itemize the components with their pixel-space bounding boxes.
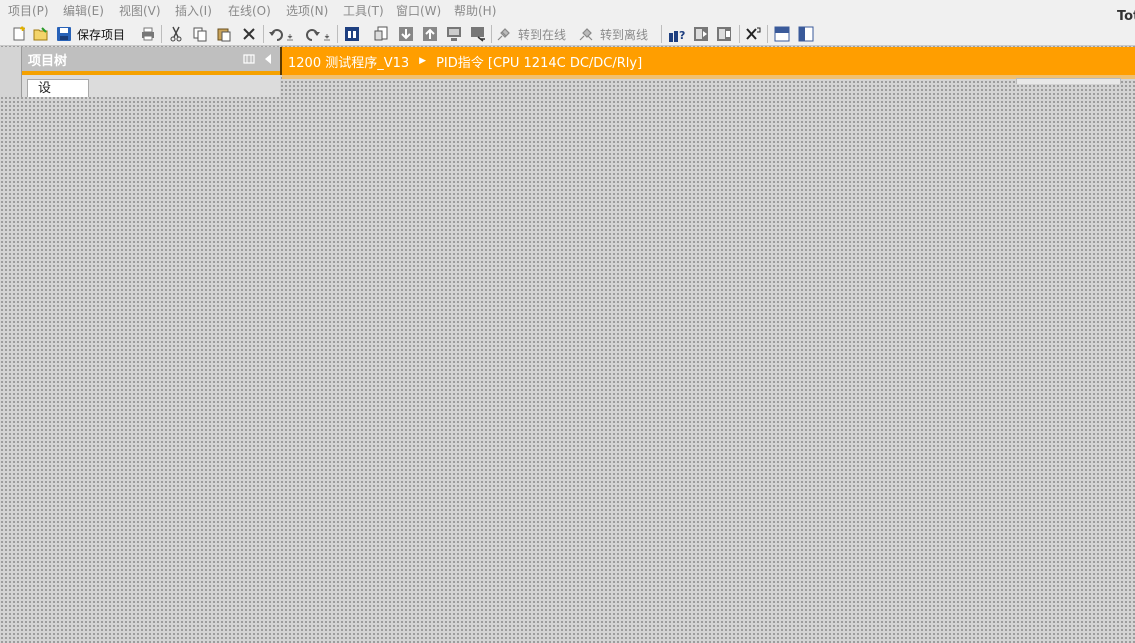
paste-icon[interactable] (215, 25, 233, 43)
toolbar-separator (739, 25, 740, 43)
menu-insert[interactable]: 插入(I) (167, 0, 220, 22)
go-offline-icon (579, 28, 593, 41)
toolbar-separator (661, 25, 662, 43)
toolbar-separator (337, 25, 338, 43)
menu-help[interactable]: 帮助(H) (446, 0, 506, 22)
editor-tab-stub (1016, 78, 1121, 84)
toolbar-separator (161, 25, 162, 43)
panel-layout-icon[interactable] (243, 53, 255, 68)
breadcrumb-underline (282, 75, 1135, 79)
split-horizontal-icon[interactable] (773, 25, 791, 43)
menu-tools[interactable]: 工具(T) (335, 0, 388, 22)
redo-icon[interactable] (302, 25, 332, 43)
download-settings-icon[interactable] (372, 25, 390, 43)
project-tree-header: 项目树 (22, 47, 280, 72)
save-icon[interactable] (55, 25, 72, 43)
breadcrumb-project[interactable]: 1200 测试程序_V13 (288, 52, 409, 71)
breadcrumb-device[interactable]: PID指令 [CPU 1214C DC/DC/Rly] (436, 52, 642, 71)
save-project-button[interactable]: 保存项目 (77, 25, 133, 43)
go-online-label: 转到在线 (518, 27, 567, 42)
simulation-icon[interactable] (445, 25, 463, 43)
delete-icon[interactable] (240, 25, 258, 43)
undo-icon[interactable] (267, 25, 297, 43)
svg-text:?: ? (679, 29, 685, 42)
left-collapsed-strip (0, 47, 22, 97)
accessible-devices-icon[interactable] (469, 25, 487, 43)
stop-cpu-icon[interactable] (715, 25, 733, 43)
new-project-icon[interactable] (10, 25, 28, 43)
menu-window[interactable]: 窗口(W) (388, 0, 446, 22)
cut-icon[interactable] (167, 25, 185, 43)
toolbar-separator (263, 25, 264, 43)
editor-breadcrumb: 1200 测试程序_V13 ▶ PID指令 [CPU 1214C DC/DC/R… (280, 47, 1135, 75)
print-icon[interactable] (139, 25, 157, 43)
menu-online[interactable]: 在线(O) (220, 0, 278, 22)
project-tree-title: 项目树 (28, 54, 68, 69)
toolbar-separator (767, 25, 768, 43)
menu-options[interactable]: 选项(N) (278, 0, 335, 22)
go-online-button[interactable]: 转到在线 (496, 25, 572, 43)
cross-reference-icon[interactable] (744, 25, 762, 43)
menu-project[interactable]: 项目(P) (0, 0, 55, 22)
toolbar-separator (491, 25, 492, 43)
accessible-devices-help-icon[interactable]: ? (667, 25, 687, 43)
go-offline-button[interactable]: 转到离线 (578, 25, 654, 43)
toolbar: 保存项目 转到在线 转到离线 ? (0, 22, 1135, 46)
download-to-device-icon[interactable] (397, 25, 415, 43)
save-project-label: 保存项目 (77, 27, 126, 42)
menu-view[interactable]: 视图(V) (111, 0, 167, 22)
copy-icon[interactable] (191, 25, 209, 43)
go-online-icon (497, 28, 510, 41)
upload-from-device-icon[interactable] (421, 25, 439, 43)
go-offline-label: 转到离线 (600, 27, 649, 42)
menu-bar: 项目(P) 编辑(E) 视图(V) 插入(I) 在线(O) 选项(N) 工具(T… (0, 0, 1135, 24)
menu-edit[interactable]: 编辑(E) (55, 0, 111, 22)
start-cpu-icon[interactable] (692, 25, 710, 43)
compile-icon[interactable] (343, 25, 361, 43)
breadcrumb-arrow-icon: ▶ (419, 56, 427, 66)
project-tree-tab-devices[interactable]: 设 (27, 79, 89, 97)
open-project-icon[interactable] (32, 25, 50, 43)
split-vertical-icon[interactable] (797, 25, 815, 43)
collapse-left-icon[interactable] (263, 53, 273, 68)
